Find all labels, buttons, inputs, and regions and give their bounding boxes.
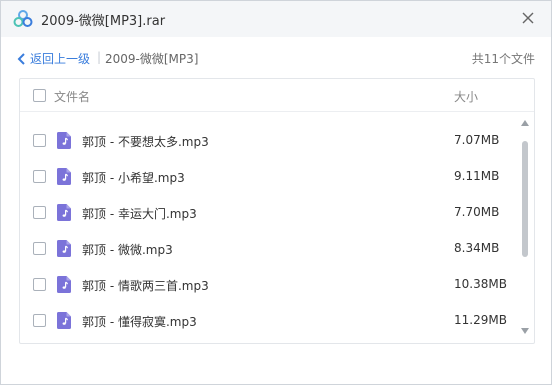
- row-checkbox[interactable]: [33, 278, 46, 291]
- scroll-down-arrow-icon[interactable]: [520, 327, 530, 335]
- table-row[interactable]: 郭顶 - 小希望.mp3 9.11MB: [20, 159, 518, 195]
- music-file-icon: [57, 240, 71, 257]
- file-size: 9.11MB: [454, 169, 500, 183]
- file-name: 郭顶 - 小希望.mp3: [82, 171, 185, 185]
- file-preview-window: 2009-微微[MP3].rar 返回上一级 | 2009-微微[MP3] 共1…: [0, 0, 552, 385]
- column-header-size: 大小: [454, 90, 479, 104]
- column-header-name: 文件名: [54, 90, 91, 104]
- select-all-checkbox[interactable]: [33, 89, 46, 102]
- music-file-icon: [57, 132, 71, 149]
- file-size: 8.34MB: [454, 241, 500, 255]
- row-checkbox[interactable]: [33, 170, 46, 183]
- file-name: 郭顶 - 懂得寂寞.mp3: [82, 315, 197, 329]
- file-count: 共11个文件: [471, 52, 535, 66]
- table-row[interactable]: 郭顶 - 微微.mp3 8.34MB: [20, 231, 518, 267]
- cloud-logo-icon: [13, 10, 33, 27]
- file-name: 郭顶 - 幸运大门.mp3: [82, 207, 197, 221]
- file-size: 11.29MB: [454, 313, 507, 327]
- table-row[interactable]: 郭顶 - 情歌两三首.mp3 10.38MB: [20, 267, 518, 303]
- file-size: 7.70MB: [454, 205, 500, 219]
- breadcrumb-separator: |: [97, 50, 102, 64]
- row-checkbox[interactable]: [33, 314, 46, 327]
- row-checkbox[interactable]: [33, 134, 46, 147]
- back-button[interactable]: 返回上一级: [17, 50, 90, 67]
- music-file-icon: [57, 204, 71, 221]
- breadcrumb: 返回上一级 | 2009-微微[MP3] 共11个文件: [1, 37, 551, 77]
- file-name: 郭顶 - 情歌两三首.mp3: [82, 279, 209, 293]
- scroll-up-arrow-icon[interactable]: [520, 119, 530, 127]
- table-row[interactable]: 郭顶 - 懂得寂寞.mp3 11.29MB: [20, 303, 518, 339]
- file-size: 10.38MB: [454, 277, 507, 291]
- table-row[interactable]: 郭顶 - 幸运大门.mp3 7.70MB: [20, 195, 518, 231]
- close-icon[interactable]: [519, 9, 537, 27]
- row-checkbox[interactable]: [33, 206, 46, 219]
- file-list-panel: 文件名 大小 郭顶 - 不要想太多.mp3 7.07MB 郭顶 - 小希望.mp…: [19, 78, 535, 344]
- back-label: 返回上一级: [30, 52, 91, 66]
- current-folder: 2009-微微[MP3]: [105, 52, 199, 66]
- table-row[interactable]: 郭顶 - 不要想太多.mp3 7.07MB: [20, 123, 518, 159]
- file-name: 郭顶 - 不要想太多.mp3: [82, 135, 209, 149]
- title-bar: 2009-微微[MP3].rar: [1, 1, 551, 37]
- scrollbar-thumb[interactable]: [522, 141, 528, 257]
- row-checkbox[interactable]: [33, 242, 46, 255]
- table-header: 文件名 大小: [20, 79, 534, 112]
- file-size: 7.07MB: [454, 133, 500, 147]
- music-file-icon: [57, 168, 71, 185]
- music-file-icon: [57, 312, 71, 329]
- window-title: 2009-微微[MP3].rar: [41, 14, 166, 29]
- file-name: 郭顶 - 微微.mp3: [82, 243, 173, 257]
- music-file-icon: [57, 276, 71, 293]
- chevron-left-icon: [17, 52, 25, 65]
